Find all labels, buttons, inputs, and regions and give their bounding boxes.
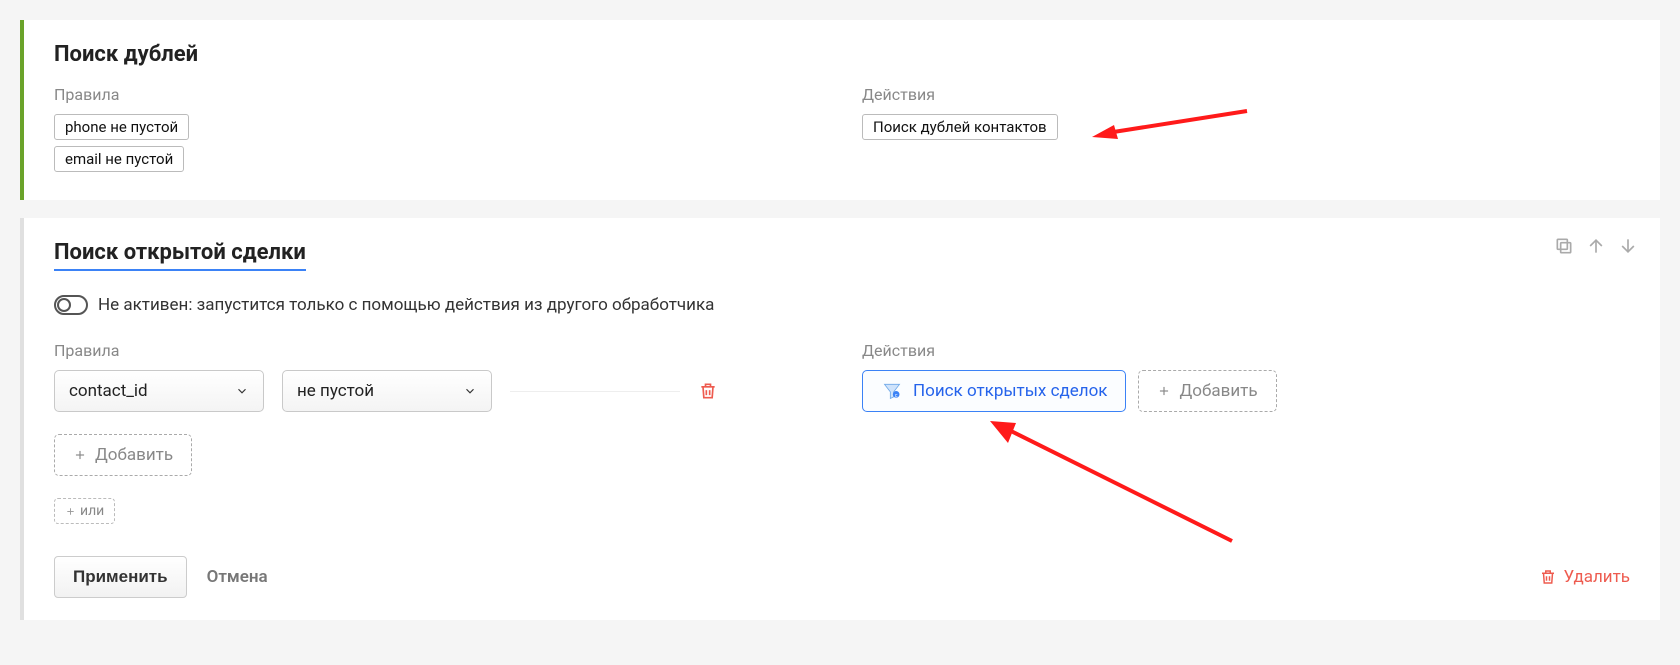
copy-icon[interactable]: [1554, 236, 1574, 256]
add-rule-button[interactable]: Добавить: [54, 434, 192, 476]
action-card-label: Поиск открытых сделок: [913, 381, 1107, 401]
annotation-arrow-icon: [982, 411, 1242, 551]
add-or-button[interactable]: или: [54, 498, 115, 524]
panel-title: Поиск дублей: [54, 42, 1630, 67]
rule-operator-select[interactable]: не пустой: [282, 370, 492, 412]
add-action-button[interactable]: Добавить: [1138, 370, 1276, 412]
trash-icon[interactable]: [698, 380, 718, 402]
plus-icon: [65, 506, 76, 517]
actions-column: Действия Поиск дублей контактов: [862, 85, 1630, 178]
arrow-up-icon[interactable]: [1586, 236, 1606, 256]
chevron-down-icon: [235, 384, 249, 398]
panel-search-open-deal: Поиск открытой сделки Не активен: запуст…: [20, 218, 1660, 620]
panel-tools: [1554, 236, 1638, 256]
annotation-arrow-icon: [1092, 103, 1252, 143]
action-card[interactable]: c Поиск открытых сделок: [862, 370, 1126, 412]
delete-button[interactable]: Удалить: [1539, 567, 1630, 587]
rules-label: Правила: [54, 85, 822, 104]
action-chip[interactable]: Поиск дублей контактов: [862, 114, 1058, 140]
toggle-description: Не активен: запустится только с помощью …: [98, 295, 714, 315]
panel-footer: Применить Отмена Удалить: [54, 556, 1630, 598]
rule-chip[interactable]: phone не пустой: [54, 114, 189, 140]
rules-column: Правила contact_id не пустой До: [54, 341, 822, 524]
rule-operator-value: не пустой: [297, 381, 374, 401]
rules-label: Правила: [54, 341, 822, 360]
chevron-down-icon: [463, 384, 477, 398]
active-toggle[interactable]: [54, 295, 88, 315]
arrow-down-icon[interactable]: [1618, 236, 1638, 256]
filter-icon: c: [881, 381, 903, 401]
rule-value-placeholder: [510, 391, 680, 392]
rules-column: Правила phone не пустой email не пустой: [54, 85, 822, 178]
actions-column: Действия c Поиск открытых сделок Добавит…: [862, 341, 1630, 524]
rule-chip[interactable]: email не пустой: [54, 146, 184, 172]
panel-search-duplicates: Поиск дублей Правила phone не пустой ema…: [20, 20, 1660, 200]
apply-button[interactable]: Применить: [54, 556, 187, 598]
add-or-label: или: [80, 503, 104, 519]
svg-text:c: c: [895, 393, 898, 399]
panel-title[interactable]: Поиск открытой сделки: [54, 240, 306, 271]
rule-row: contact_id не пустой: [54, 370, 822, 412]
rule-field-select[interactable]: contact_id: [54, 370, 264, 412]
cancel-button[interactable]: Отмена: [207, 567, 268, 587]
rule-field-value: contact_id: [69, 381, 148, 401]
panel-columns: Правила contact_id не пустой До: [54, 341, 1630, 524]
actions-label: Действия: [862, 85, 1630, 104]
toggle-row: Не активен: запустится только с помощью …: [54, 295, 1630, 315]
delete-label: Удалить: [1563, 567, 1630, 587]
plus-icon: [1157, 384, 1171, 398]
add-action-label: Добавить: [1179, 381, 1257, 401]
plus-icon: [73, 448, 87, 462]
trash-icon: [1539, 567, 1557, 587]
panel-columns: Правила phone не пустой email не пустой …: [54, 85, 1630, 178]
actions-label: Действия: [862, 341, 1630, 360]
add-rule-label: Добавить: [95, 445, 173, 465]
